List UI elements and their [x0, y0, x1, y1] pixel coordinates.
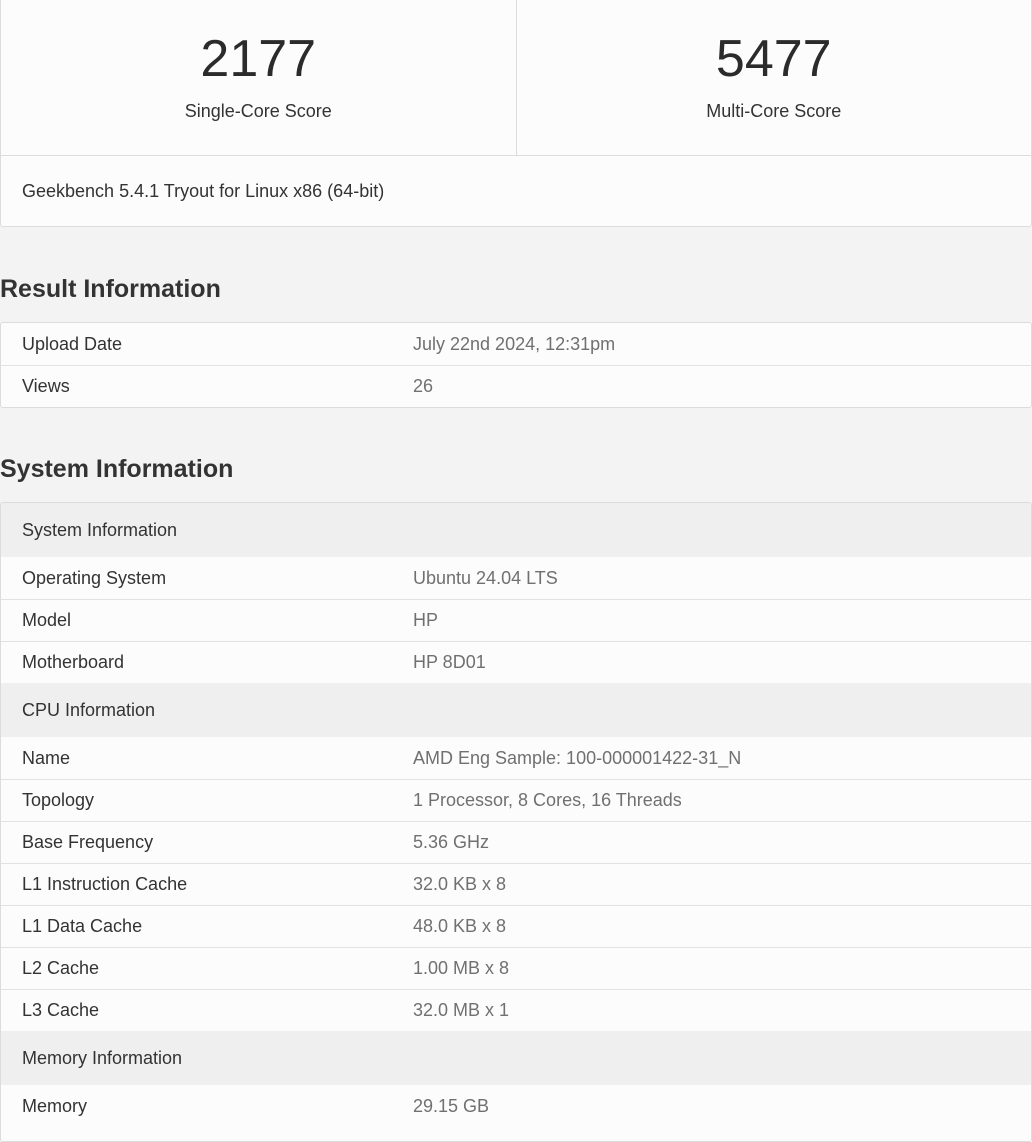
table-row: L1 Instruction Cache 32.0 KB x 8: [1, 863, 1031, 905]
row-key: L1 Data Cache: [22, 916, 143, 936]
group-header-system: System Information: [1, 503, 1031, 557]
table-row: Model HP: [1, 599, 1031, 641]
row-value: 32.0 MB x 1: [413, 1000, 510, 1020]
row-key: Upload Date: [22, 333, 123, 354]
single-core-score-value: 2177: [200, 30, 317, 88]
row-key: L1 Instruction Cache: [22, 874, 188, 894]
row-key: Motherboard: [22, 652, 125, 672]
table-row: Topology 1 Processor, 8 Cores, 16 Thread…: [1, 779, 1031, 821]
table-row: L3 Cache 32.0 MB x 1: [1, 989, 1031, 1031]
row-value: AMD Eng Sample: 100-000001422-31_N: [413, 747, 742, 768]
row-value: HP 8D01: [413, 652, 486, 672]
row-key: Topology: [22, 790, 95, 810]
row-key: Memory: [22, 1095, 88, 1116]
group-header-cpu: CPU Information: [1, 683, 1031, 737]
single-core-score: 2177 Single-Core Score: [1, 0, 516, 155]
multi-core-score-label: Multi-Core Score: [706, 101, 842, 121]
row-value: 32.0 KB x 8: [413, 874, 507, 894]
row-value: HP: [413, 610, 439, 630]
score-card: 2177 Single-Core Score 5477 Multi-Core S…: [0, 0, 1032, 227]
row-key: Name: [22, 747, 71, 768]
single-core-score-label: Single-Core Score: [184, 101, 332, 121]
row-value: Ubuntu 24.04 LTS: [413, 567, 558, 588]
row-key: Base Frequency: [22, 832, 154, 852]
row-key: Model: [22, 610, 72, 630]
table-row: Upload Date July 22nd 2024, 12:31pm: [1, 323, 1031, 365]
table-row: Motherboard HP 8D01: [1, 641, 1031, 683]
row-value: 29.15 GB: [413, 1095, 490, 1116]
row-key: L3 Cache: [22, 1000, 100, 1020]
benchmark-version: Geekbench 5.4.1 Tryout for Linux x86 (64…: [22, 181, 385, 201]
result-information-table: Upload Date July 22nd 2024, 12:31pm View…: [0, 322, 1032, 408]
system-information-heading: System Information: [0, 455, 234, 483]
row-key: L2 Cache: [22, 958, 100, 978]
system-information-table: System Information Operating System Ubun…: [0, 502, 1032, 1142]
group-header-memory: Memory Information: [1, 1031, 1031, 1085]
result-information-heading: Result Information: [0, 275, 221, 303]
row-key: Operating System: [22, 567, 167, 588]
row-key: Views: [22, 376, 70, 396]
row-value: 48.0 KB x 8: [413, 916, 507, 936]
row-value: 5.36 GHz: [413, 832, 490, 852]
table-row: Name AMD Eng Sample: 100-000001422-31_N: [1, 737, 1031, 779]
table-row: L2 Cache 1.00 MB x 8: [1, 947, 1031, 989]
score-row: 2177 Single-Core Score 5477 Multi-Core S…: [1, 0, 1031, 156]
table-row: Operating System Ubuntu 24.04 LTS: [1, 557, 1031, 599]
row-value: 1 Processor, 8 Cores, 16 Threads: [413, 790, 682, 810]
multi-core-score: 5477 Multi-Core Score: [515, 0, 1032, 155]
row-value: 1.00 MB x 8: [413, 958, 510, 978]
table-row: Base Frequency 5.36 GHz: [1, 821, 1031, 863]
row-value: 26: [413, 376, 434, 396]
row-value: July 22nd 2024, 12:31pm: [413, 333, 616, 354]
table-row: Memory 29.15 GB: [1, 1085, 1031, 1127]
multi-core-score-value: 5477: [715, 30, 832, 88]
table-row: Views 26: [1, 365, 1031, 407]
table-row: L1 Data Cache 48.0 KB x 8: [1, 905, 1031, 947]
